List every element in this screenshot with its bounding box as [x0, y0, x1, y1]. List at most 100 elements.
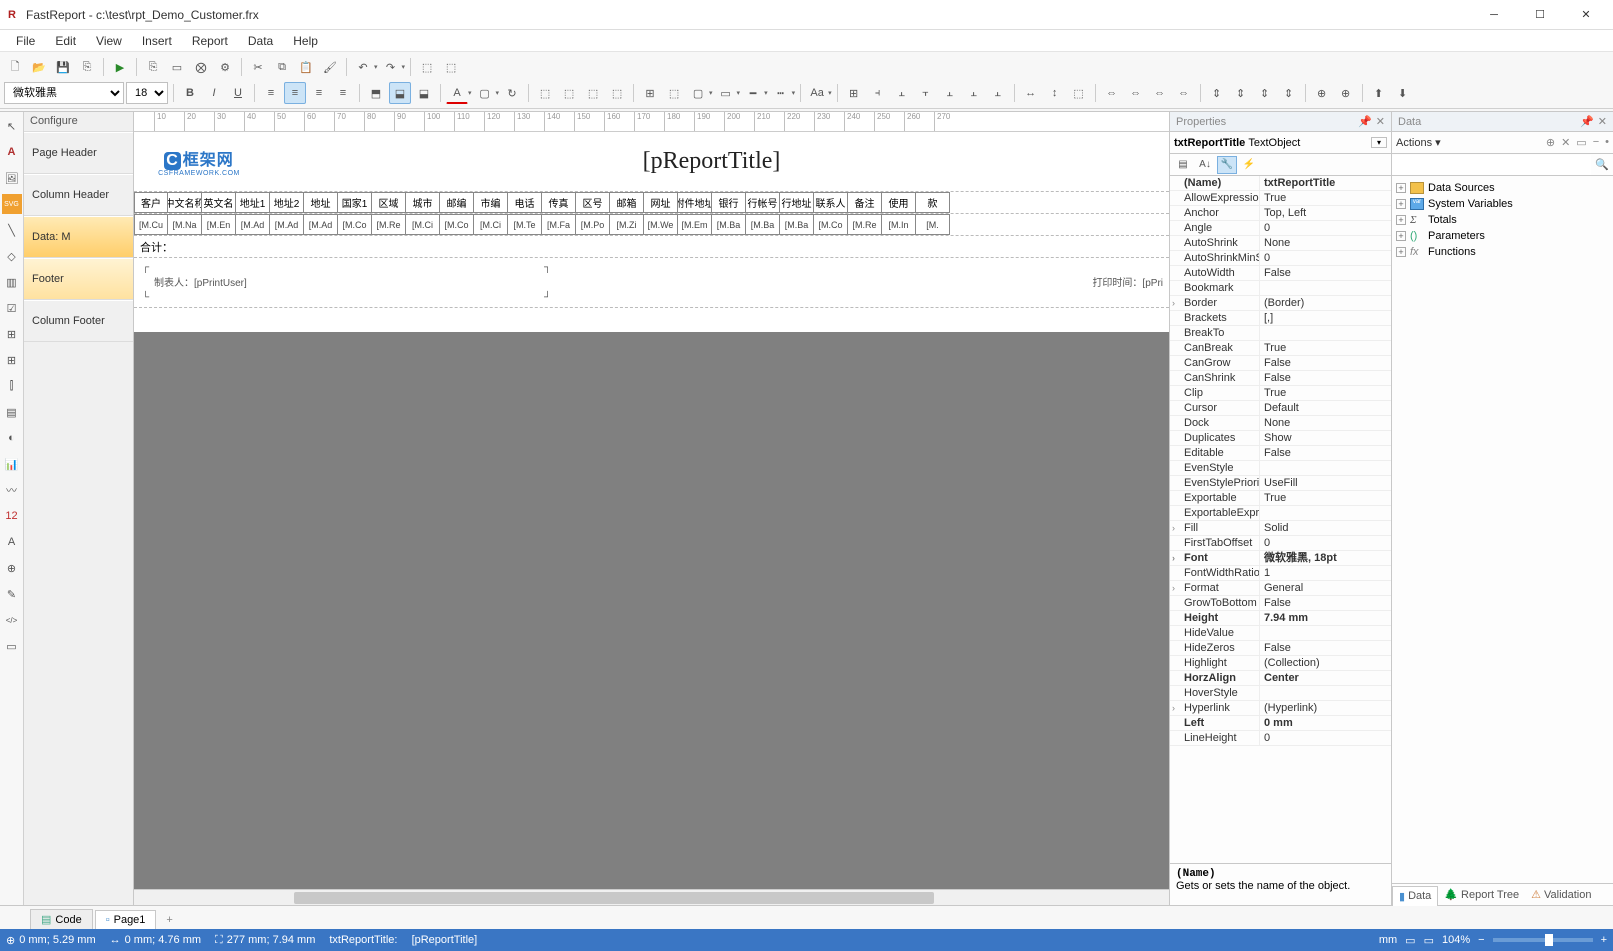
styles-button[interactable]: Aa — [806, 82, 828, 104]
col-header-cell[interactable]: 地址2 — [270, 192, 304, 213]
zoom-slider[interactable] — [1493, 938, 1593, 942]
border-all-button[interactable]: ⊞ — [639, 82, 661, 104]
align-top-button[interactable]: ⬒ — [365, 82, 387, 104]
tab-data[interactable]: ▮Data — [1392, 886, 1438, 906]
property-row[interactable]: Border(Border) — [1170, 296, 1391, 311]
cut-button[interactable]: ✂ — [247, 56, 269, 78]
property-grid[interactable]: (Name)txtReportTitleAllowExpressionsTrue… — [1170, 176, 1391, 863]
align-right-button[interactable]: ≡ — [308, 82, 330, 104]
tab-report-tree[interactable]: 🌲Report Tree — [1438, 885, 1525, 904]
data-cell[interactable]: [M.Re — [372, 214, 406, 235]
tool-linear-gauge[interactable]: ▤ — [2, 402, 22, 422]
tool-checkbox[interactable]: ☑ — [2, 298, 22, 318]
footer-band[interactable]: 合计： — [134, 236, 1169, 258]
align-middles-button[interactable]: ⫠ — [963, 82, 985, 104]
zoom-in-button[interactable]: + — [1601, 934, 1607, 946]
property-row[interactable]: LineHeight0 — [1170, 731, 1391, 746]
italic-button[interactable]: I — [203, 82, 225, 104]
tab-validation[interactable]: ⚠Validation — [1525, 885, 1597, 904]
page-setup-button[interactable]: ⚙ — [214, 56, 236, 78]
col-header-cell[interactable]: 电话 — [508, 192, 542, 213]
pin-icon[interactable]: 📌 — [1358, 115, 1372, 128]
new-dialog-button[interactable]: ▭ — [166, 56, 188, 78]
highlight-button[interactable]: ▢ — [474, 82, 496, 104]
band-footer[interactable]: Footer — [24, 258, 133, 300]
object-dropdown-icon[interactable]: ▾ — [1371, 137, 1387, 148]
underline-button[interactable]: U — [227, 82, 249, 104]
tool-map[interactable]: ⊕ — [2, 558, 22, 578]
col-header-cell[interactable]: 行帐号 — [746, 192, 780, 213]
tool-matrix[interactable]: ⊞ — [2, 350, 22, 370]
tool-subreport[interactable]: ▭ — [2, 636, 22, 656]
property-row[interactable]: Bookmark — [1170, 281, 1391, 296]
add-page-button[interactable]: + — [158, 911, 180, 929]
print-time-text[interactable]: 打印时间：[pPri — [1092, 274, 1163, 289]
property-row[interactable]: AutoShrinkNone — [1170, 236, 1391, 251]
col-header-cell[interactable]: 网址 — [644, 192, 678, 213]
border-left-button[interactable]: ⬚ — [582, 82, 604, 104]
col-header-cell[interactable]: 银行 — [712, 192, 746, 213]
tool-html[interactable]: </> — [2, 610, 22, 630]
units-in-icon[interactable]: ▭ — [1424, 934, 1434, 947]
data-cell[interactable]: [M.Na — [168, 214, 202, 235]
property-row[interactable]: ClipTrue — [1170, 386, 1391, 401]
save-all-button[interactable]: ⎘ — [76, 56, 98, 78]
logo-image[interactable]: C框架网 CSFRAMEWORK.COM — [144, 142, 254, 182]
font-color-button[interactable]: A — [446, 82, 468, 104]
space-v-button[interactable]: ⇕ — [1206, 82, 1228, 104]
data-cell[interactable]: [M.In — [882, 214, 916, 235]
data-cell[interactable]: [M.Co — [338, 214, 372, 235]
col-header-cell[interactable]: 英文名 — [202, 192, 236, 213]
align-middle-button[interactable]: ⬓ — [389, 82, 411, 104]
property-row[interactable]: Left0 mm — [1170, 716, 1391, 731]
open-button[interactable]: 📂 — [28, 56, 50, 78]
band-data[interactable]: Data: M — [24, 216, 133, 258]
col-header-cell[interactable]: 市编 — [474, 192, 508, 213]
tree-node[interactable]: +()Parameters — [1396, 228, 1609, 244]
design-scroll[interactable]: C框架网 CSFRAMEWORK.COM [pReportTitle] 客户中文… — [134, 132, 1169, 889]
data-cell[interactable]: [M.Em — [678, 214, 712, 235]
align-bottom-button[interactable]: ⬓ — [413, 82, 435, 104]
report-page[interactable]: C框架网 CSFRAMEWORK.COM [pReportTitle] 客户中文… — [134, 132, 1169, 332]
remove-v-button[interactable]: ⇕ — [1278, 82, 1300, 104]
property-row[interactable]: DockNone — [1170, 416, 1391, 431]
col-header-cell[interactable]: 传真 — [542, 192, 576, 213]
tool-table[interactable]: ⊞ — [2, 324, 22, 344]
units-cm-icon[interactable]: ▭ — [1405, 934, 1415, 947]
col-header-cell[interactable]: 附件地址 — [678, 192, 712, 213]
tree-node[interactable]: +fxFunctions — [1396, 244, 1609, 260]
group-button[interactable]: ⬚ — [416, 56, 438, 78]
units-mm-icon[interactable]: mm — [1379, 934, 1397, 946]
tool-barcode[interactable]: ▥ — [2, 272, 22, 292]
inc-h-button[interactable]: ⇔ — [1125, 82, 1147, 104]
align-left-button[interactable]: ≡ — [260, 82, 282, 104]
property-row[interactable]: CanGrowFalse — [1170, 356, 1391, 371]
property-row[interactable]: ExportableTrue — [1170, 491, 1391, 506]
align-rights-button[interactable]: ⫟ — [915, 82, 937, 104]
border-width-button[interactable]: ━ — [742, 82, 764, 104]
data-cell[interactable]: [M.Ba — [746, 214, 780, 235]
search-icon[interactable]: 🔍 — [1591, 158, 1613, 171]
property-row[interactable]: Highlight(Collection) — [1170, 656, 1391, 671]
property-row[interactable]: CanBreakTrue — [1170, 341, 1391, 356]
align-centers-button[interactable]: ⫠ — [891, 82, 913, 104]
data-cell[interactable]: [M.Te — [508, 214, 542, 235]
band-column-footer[interactable]: Column Footer — [24, 300, 133, 342]
property-row[interactable]: DuplicatesShow — [1170, 431, 1391, 446]
tool-shape[interactable]: ◇ — [2, 246, 22, 266]
save-button[interactable]: 💾 — [52, 56, 74, 78]
dec-v-button[interactable]: ⇕ — [1254, 82, 1276, 104]
property-row[interactable]: HorzAlignCenter — [1170, 671, 1391, 686]
remove-h-button[interactable]: ⇔ — [1173, 82, 1195, 104]
property-row[interactable]: EvenStyle — [1170, 461, 1391, 476]
col-header-cell[interactable]: 邮编 — [440, 192, 474, 213]
col-header-cell[interactable]: 备注 — [848, 192, 882, 213]
preview-button[interactable]: ▶ — [109, 56, 131, 78]
same-width-button[interactable]: ↔ — [1020, 82, 1042, 104]
property-row[interactable]: AnchorTop, Left — [1170, 206, 1391, 221]
border-none-button[interactable]: ⬚ — [663, 82, 685, 104]
view-icon[interactable]: ▭ — [1576, 136, 1586, 149]
tool-signature[interactable]: ✎ — [2, 584, 22, 604]
align-tops-button[interactable]: ⫠ — [939, 82, 961, 104]
data-cell[interactable]: [M.Zi — [610, 214, 644, 235]
